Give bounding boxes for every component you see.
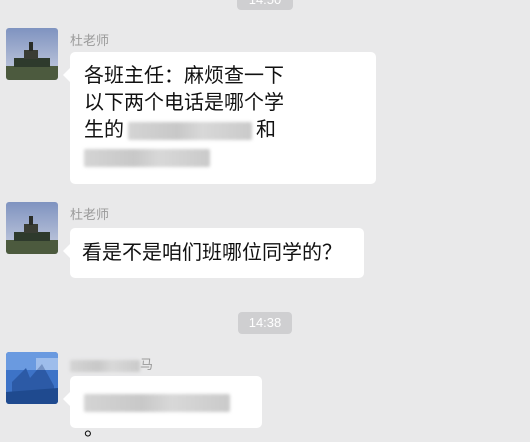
message-text: 生的 <box>84 117 124 141</box>
message-bubble[interactable]: 各班主任：麻烦查一下 以下两个电话是哪个学 生的 和 <box>63 52 376 184</box>
redacted-phone <box>84 148 210 167</box>
sender-name-suffix: 马 <box>140 358 154 373</box>
timestamp-top: 14:50 <box>237 0 293 10</box>
redacted-text <box>84 393 230 412</box>
message-text-line: 生的 和 <box>84 116 362 143</box>
message-text: 和 <box>256 117 276 141</box>
sender-name: 马 <box>70 354 153 373</box>
sender-name: 杜老师 <box>70 34 110 49</box>
message-text-line: 以下两个电话是哪个学 <box>84 90 284 114</box>
avatar-parent[interactable] <box>6 352 58 404</box>
message-text: 。 <box>84 416 104 440</box>
avatar-teacher[interactable] <box>6 28 58 80</box>
message-text-line <box>84 143 362 170</box>
redacted-phone <box>128 121 252 140</box>
message-text-line: 各班主任：麻烦查一下 <box>84 63 284 87</box>
sender-name: 杜老师 <box>70 208 110 223</box>
avatar-teacher[interactable] <box>6 202 58 254</box>
message-text: 看是不是咱们班哪位同学的？ <box>82 240 342 264</box>
message-bubble[interactable]: 看是不是咱们班哪位同学的？ <box>63 228 364 278</box>
message-bubble[interactable]: 。 <box>63 376 262 440</box>
redacted-name <box>70 359 140 372</box>
timestamp: 14:38 <box>238 312 292 334</box>
